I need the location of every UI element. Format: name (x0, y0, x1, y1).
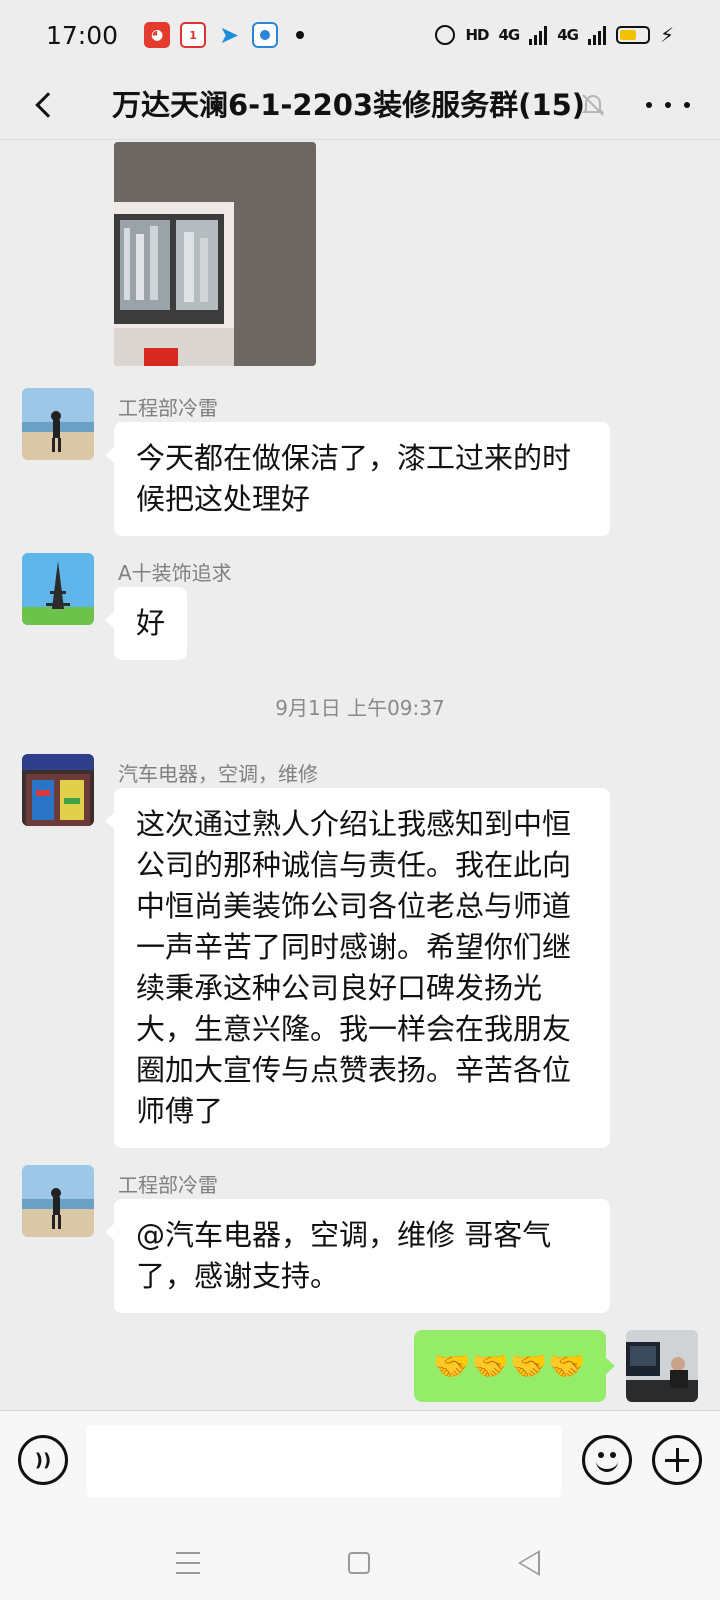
telegram-icon: ➤ (218, 21, 240, 49)
chat-header: 万达天澜6-1-2203装修服务群(15) (0, 70, 720, 140)
sender-name: A十装饰追求 (118, 561, 232, 585)
status-right: HD 4G 4G ⚡ (435, 23, 674, 47)
signal-icon (529, 25, 548, 45)
home-icon[interactable] (348, 1552, 370, 1574)
status-bar: 17:00 ◕ 1 ➤ HD 4G 4G ⚡ (0, 0, 720, 70)
battery-icon (615, 26, 650, 44)
input-bar: )) (0, 1410, 720, 1524)
system-back-icon[interactable] (518, 1550, 540, 1576)
more-dots-icon (646, 102, 652, 108)
self-message-bubble[interactable]: 🤝🤝🤝🤝 (414, 1330, 615, 1402)
message-input[interactable] (86, 1425, 562, 1497)
blue-circle-app-icon (252, 22, 279, 48)
charging-icon: ⚡ (659, 23, 674, 47)
message-bubble[interactable]: 这次通过熟人介绍让我感知到中恒公司的那种诚信与责任。我在此向中恒尚美装饰公司各位… (105, 788, 610, 1148)
system-nav-bar (0, 1524, 720, 1600)
app-red-icon: ◕ (144, 22, 171, 48)
plus-icon[interactable] (652, 1435, 702, 1485)
message-bubble[interactable]: 今天都在做保洁了，漆工过来的时候把这处理好 (105, 422, 610, 536)
avatar[interactable] (22, 388, 94, 460)
message-bubble[interactable]: 好 (104, 587, 188, 660)
hd-label: HD (465, 26, 489, 44)
avatar[interactable] (22, 1165, 94, 1237)
alarm-icon (435, 25, 456, 45)
chat-title: 万达天澜6-1-2203装修服务群(15) (112, 88, 586, 122)
message-bubble[interactable]: @汽车电器，空调，维修 哥客气了，感谢支持。 (105, 1199, 610, 1313)
emoji-icon[interactable] (582, 1435, 632, 1485)
photo-window-icon (114, 142, 316, 366)
sender-name: 工程部冷雷 (118, 396, 218, 420)
notification-icons: ◕ 1 ➤ (144, 21, 305, 49)
image-message[interactable] (114, 142, 316, 366)
more-button[interactable] (646, 87, 690, 123)
network-label-1: 4G (498, 26, 520, 44)
avatar[interactable] (22, 553, 94, 625)
network-label-2: 4G (557, 26, 579, 44)
mute-bell-icon (581, 94, 605, 116)
recent-apps-icon[interactable] (176, 1552, 200, 1574)
avatar[interactable] (22, 754, 94, 826)
more-notifications-dot (296, 31, 305, 39)
sender-name: 汽车电器，空调，维修 (118, 762, 318, 786)
voice-icon[interactable]: )) (18, 1435, 68, 1485)
back-button[interactable] (22, 82, 66, 128)
calendar-icon: 1 (180, 22, 207, 48)
back-chevron-icon (35, 92, 61, 118)
sender-name: 工程部冷雷 (118, 1173, 218, 1197)
status-time: 17:00 (46, 20, 119, 50)
signal-icon-2 (587, 25, 606, 45)
self-avatar[interactable] (626, 1330, 698, 1402)
time-divider: 9月1日 上午09:37 (275, 696, 445, 720)
